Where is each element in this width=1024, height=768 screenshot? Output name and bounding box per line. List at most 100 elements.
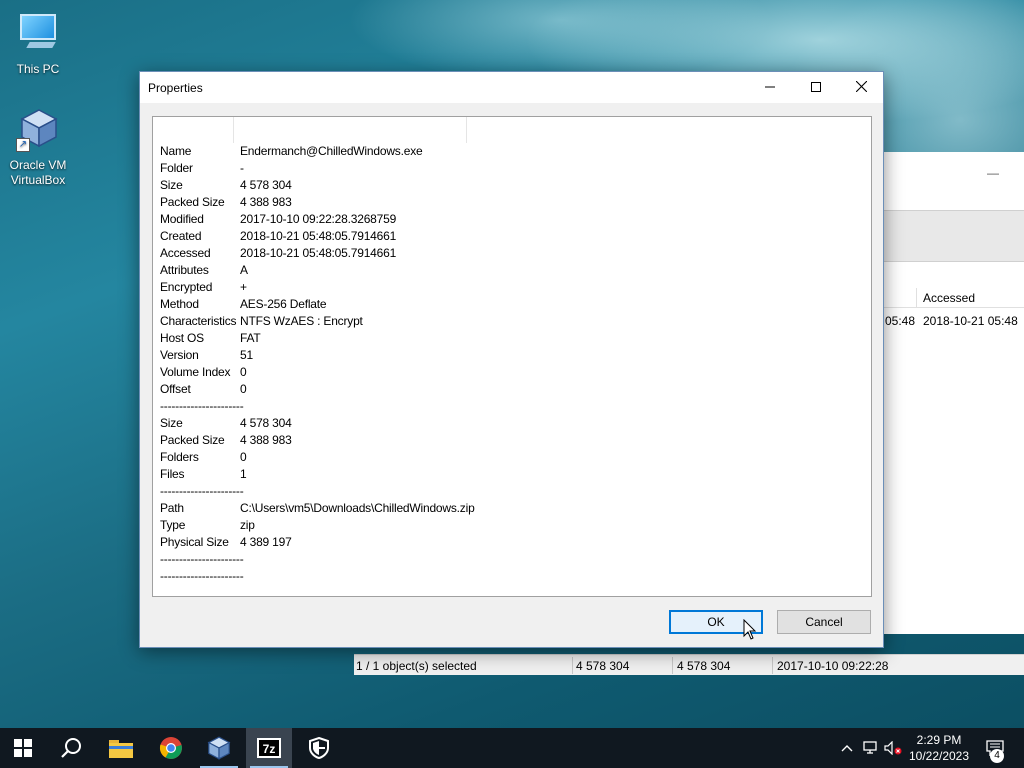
properties-list[interactable]: Name Endermanch@ChilledWindows.exe Folder -… (152, 116, 872, 597)
notification-count-badge: 4 (990, 749, 1004, 763)
network-button[interactable] (860, 728, 882, 768)
property-row[interactable]: Host OS FAT (153, 330, 871, 347)
dialog-title: Properties (148, 81, 203, 95)
virtualbox-icon: ↗ (14, 106, 62, 154)
property-key: Modified (160, 212, 204, 226)
property-value: 2018-10-21 05:48:05.7914661 (240, 246, 397, 260)
property-row[interactable]: Method AES-256 Deflate (153, 296, 871, 313)
mouse-cursor-icon (743, 619, 757, 640)
cell-modified-partial: 05:48 (885, 314, 916, 328)
column-header-accessed[interactable]: Accessed (923, 291, 975, 305)
property-row[interactable]: Type zip (153, 517, 871, 534)
clock-date: 10/22/2023 (908, 749, 970, 763)
property-key: Name (160, 144, 192, 158)
property-row[interactable]: Packed Size 4 388 983 (153, 432, 871, 449)
property-key: Host OS (160, 331, 204, 345)
property-row[interactable]: ---------------------- (153, 483, 871, 500)
search-button[interactable] (48, 728, 94, 768)
property-key: ---------------------- (160, 484, 244, 498)
property-key: Volume Index (160, 365, 231, 379)
taskbar-windows-security[interactable] (296, 728, 342, 768)
property-key: Folder (160, 161, 193, 175)
property-key: Size (160, 178, 183, 192)
title-bar[interactable]: Properties (140, 72, 883, 103)
property-row[interactable]: Version 51 (153, 347, 871, 364)
taskbar-7zip[interactable]: 7z (246, 728, 292, 768)
taskbar-file-explorer[interactable] (98, 728, 144, 768)
property-row[interactable]: Characteristics NTFS WzAES : Encrypt (153, 313, 871, 330)
property-row[interactable]: Created 2018-10-21 05:48:05.7914661 (153, 228, 871, 245)
property-row[interactable]: Packed Size 4 388 983 (153, 194, 871, 211)
property-key: Path (160, 501, 184, 515)
property-key: Folders (160, 450, 199, 464)
property-row[interactable]: Folders 0 (153, 449, 871, 466)
property-row[interactable]: ---------------------- (153, 568, 871, 585)
property-key: Encrypted (160, 280, 213, 294)
property-value: C:\Users\vm5\Downloads\ChilledWindows.zi… (240, 501, 475, 515)
property-row[interactable]: ---------------------- (153, 398, 871, 415)
property-key: Packed Size (160, 195, 225, 209)
property-value: 4 389 197 (240, 535, 292, 549)
show-hidden-icons-button[interactable] (836, 728, 858, 768)
property-key: Version (160, 348, 199, 362)
taskbar-chrome[interactable] (148, 728, 194, 768)
property-row[interactable]: Path C:\Users\vm5\Downloads\ChilledWindow… (153, 500, 871, 517)
column-separator[interactable] (466, 117, 467, 143)
property-row[interactable]: Attributes A (153, 262, 871, 279)
desktop-icon-this-pc[interactable]: This PC (0, 10, 76, 77)
property-row[interactable]: Modified 2017-10-10 09:22:28.3268759 (153, 211, 871, 228)
property-value: 1 (240, 467, 247, 481)
close-button[interactable] (838, 72, 884, 103)
property-key: ---------------------- (160, 569, 244, 583)
property-row[interactable]: Files 1 (153, 466, 871, 483)
property-row[interactable]: Offset 0 (153, 381, 871, 398)
desktop-icon-label-2: VirtualBox (10, 173, 66, 187)
desktop-icon-virtualbox[interactable]: ↗ Oracle VM VirtualBox (0, 106, 76, 188)
property-key: Method (160, 297, 199, 311)
minimize-icon[interactable]: — (987, 166, 999, 180)
desktop-icon-label: Oracle VM (9, 158, 67, 172)
property-value: 0 (240, 382, 247, 396)
property-row[interactable]: Folder - (153, 160, 871, 177)
property-row[interactable]: Physical Size 4 389 197 (153, 534, 871, 551)
file-explorer-icon (109, 740, 133, 758)
cancel-button[interactable]: Cancel (777, 610, 871, 634)
svg-text:7z: 7z (263, 742, 276, 756)
property-value: 4 578 304 (240, 416, 292, 430)
property-row[interactable]: Encrypted + (153, 279, 871, 296)
property-key: Files (160, 467, 185, 481)
property-value: AES-256 Deflate (240, 297, 327, 311)
minimize-button[interactable] (747, 72, 793, 103)
property-row[interactable]: Name Endermanch@ChilledWindows.exe (153, 143, 871, 160)
property-value: zip (240, 518, 255, 532)
clock-time: 2:29 PM (916, 733, 962, 747)
column-separator[interactable] (233, 117, 234, 143)
computer-icon (14, 10, 62, 58)
properties-dialog: Properties Name Endermanch@ChilledWindows… (139, 71, 884, 648)
status-selection: 1 / 1 object(s) selected (356, 659, 477, 673)
property-value: Endermanch@ChilledWindows.exe (240, 144, 423, 158)
system-clock[interactable]: 2:29 PM 10/22/2023 (900, 732, 978, 764)
taskbar-virtualbox[interactable] (196, 728, 242, 768)
property-key: Packed Size (160, 433, 225, 447)
virtualbox-icon (207, 736, 231, 760)
property-value: NTFS WzAES : Encrypt (240, 314, 363, 328)
property-key: Size (160, 416, 183, 430)
property-row[interactable]: Size 4 578 304 (153, 177, 871, 194)
property-row[interactable]: Accessed 2018-10-21 05:48:05.7914661 (153, 245, 871, 262)
chrome-icon (159, 737, 182, 759)
status-packed-size: 4 578 304 (677, 659, 731, 673)
property-row[interactable]: Size 4 578 304 (153, 415, 871, 432)
property-value: - (240, 161, 244, 175)
status-bar: 1 / 1 object(s) selected 4 578 304 4 578… (354, 654, 1024, 675)
property-value: 4 388 983 (240, 195, 292, 209)
start-button[interactable] (0, 728, 46, 768)
property-row[interactable]: Volume Index 0 (153, 364, 871, 381)
desktop-icon-label: This PC (16, 62, 60, 76)
property-row[interactable]: ---------------------- (153, 551, 871, 568)
maximize-button[interactable] (793, 72, 839, 103)
property-key: Type (160, 518, 186, 532)
status-size: 4 578 304 (576, 659, 630, 673)
column-separator[interactable] (916, 288, 917, 308)
minimize-icon (765, 86, 775, 88)
